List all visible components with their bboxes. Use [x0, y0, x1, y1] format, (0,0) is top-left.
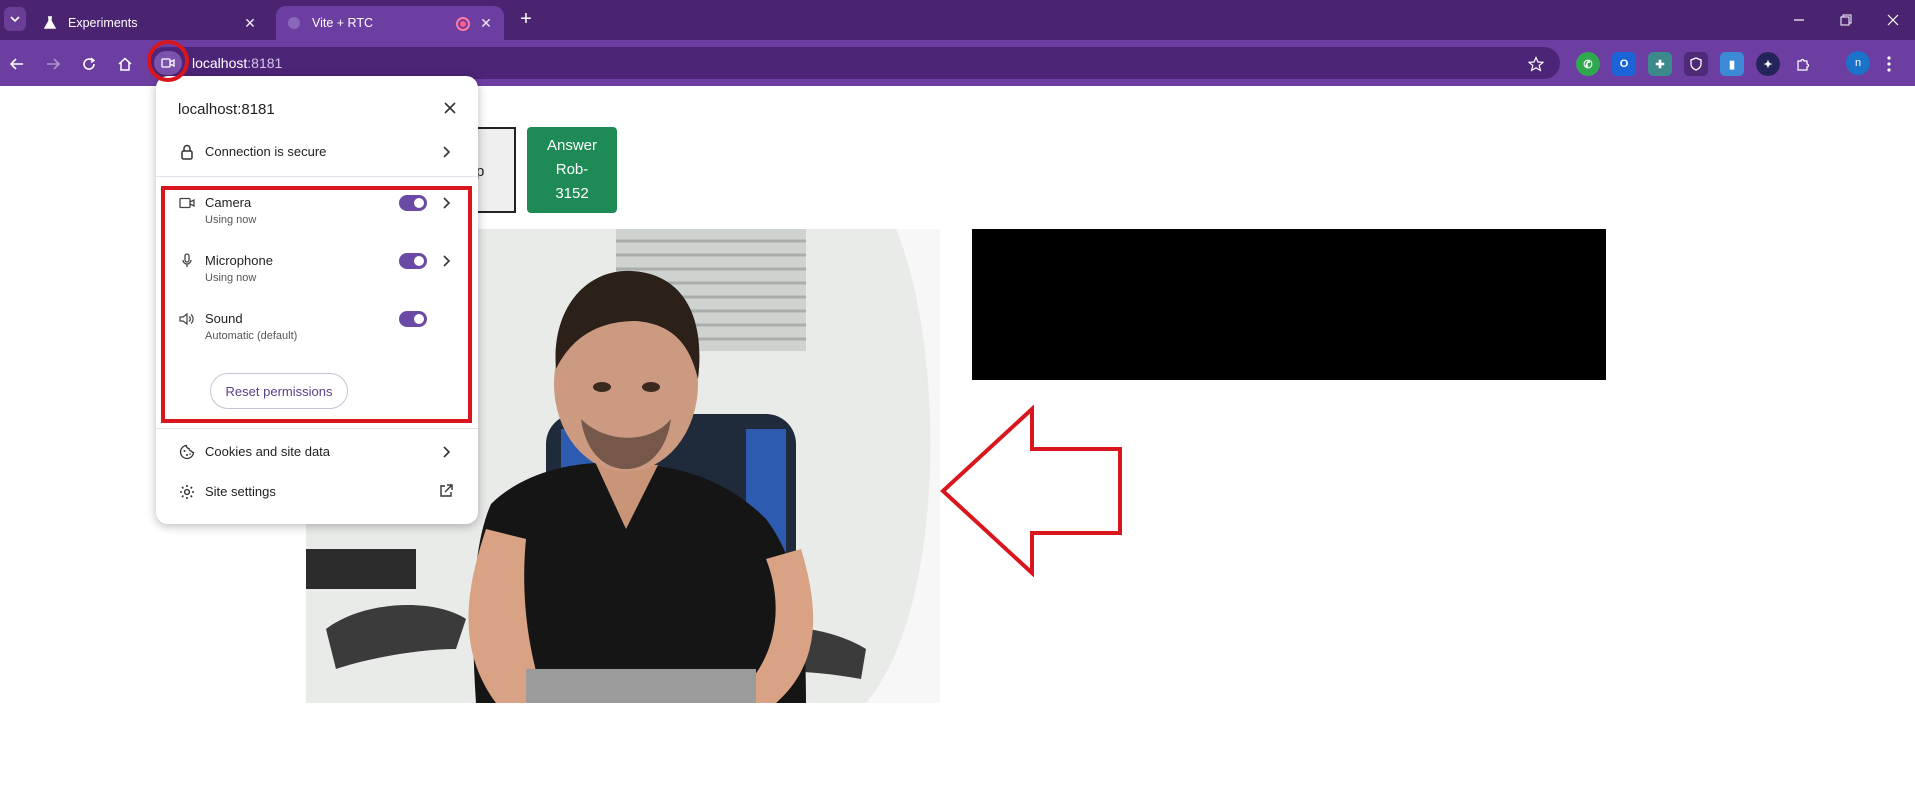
restore-icon — [1840, 14, 1852, 26]
connection-row[interactable]: Connection is secure — [156, 136, 478, 168]
external-link-icon — [439, 484, 453, 498]
url-port: :8181 — [247, 55, 283, 71]
home-icon — [118, 57, 132, 71]
answer-label-line-1: Answer — [546, 137, 598, 154]
tab-title: Vite + RTC — [312, 16, 374, 30]
document-extension-icon[interactable]: ▮ — [1720, 52, 1744, 76]
shield-icon — [1690, 57, 1702, 71]
answer-label-line-3: 3152 — [555, 185, 589, 202]
chevron-right-icon — [439, 445, 453, 459]
close-icon — [1887, 14, 1899, 26]
forward-button[interactable] — [39, 50, 67, 78]
close-icon[interactable]: ✕ — [242, 15, 258, 31]
popup-close-button[interactable] — [440, 98, 460, 118]
shield-extension-icon[interactable] — [1684, 52, 1708, 76]
tab-experiments[interactable]: Experiments ✕ — [32, 6, 268, 40]
arrow-left-icon — [10, 58, 23, 70]
connection-label: Connection is secure — [205, 144, 327, 159]
new-tab-button[interactable]: + — [515, 9, 537, 31]
address-bar[interactable] — [148, 47, 1560, 79]
restore-button[interactable] — [1831, 8, 1861, 32]
url-text[interactable]: localhost:8181 — [192, 55, 282, 71]
url-host: localhost — [192, 55, 248, 71]
lock-icon — [178, 143, 196, 161]
recording-icon — [456, 17, 470, 31]
chevron-right-icon — [439, 145, 453, 159]
reload-button[interactable] — [75, 50, 103, 78]
remote-video — [972, 229, 1606, 380]
star-icon — [1528, 56, 1544, 72]
tab-title: Experiments — [68, 16, 138, 30]
annotation-highlight-circle — [147, 40, 189, 82]
site-settings-row[interactable]: Site settings — [156, 476, 478, 508]
annotation-highlight-box — [161, 186, 472, 423]
menu-button[interactable] — [1875, 50, 1903, 78]
popup-title: localhost:8181 — [178, 101, 275, 118]
globe-icon — [286, 15, 302, 31]
divider — [156, 428, 478, 429]
minimize-icon — [1794, 19, 1804, 21]
compass-extension-icon[interactable]: ✦ — [1756, 52, 1780, 76]
cookies-label: Cookies and site data — [205, 444, 331, 459]
whatsapp-extension-icon[interactable]: ✆ — [1576, 52, 1600, 76]
divider — [156, 176, 478, 177]
close-icon[interactable]: ✕ — [478, 15, 494, 31]
puzzle-icon — [1797, 58, 1810, 71]
gear-icon — [178, 483, 196, 501]
annotation-arrow-icon — [940, 405, 1122, 577]
profile-avatar[interactable]: n — [1846, 51, 1870, 75]
home-button[interactable] — [111, 50, 139, 78]
outlook-extension-icon[interactable]: O — [1612, 52, 1636, 76]
bookmark-button[interactable] — [1522, 50, 1550, 78]
arrow-right-icon — [47, 58, 60, 70]
puzzle-extension-icon[interactable]: ✚ — [1648, 52, 1672, 76]
more-vertical-icon — [1887, 56, 1891, 72]
cookie-icon — [178, 443, 196, 461]
site-settings-label: Site settings — [205, 484, 276, 499]
chevron-down-icon — [10, 16, 20, 23]
close-icon — [444, 102, 456, 114]
flask-icon — [42, 15, 58, 31]
tab-search-button[interactable] — [4, 7, 26, 31]
back-button[interactable] — [3, 50, 31, 78]
answer-button[interactable]: Answer Rob- 3152 — [527, 127, 617, 213]
window-close-button[interactable] — [1878, 8, 1908, 32]
cookies-row[interactable]: Cookies and site data — [156, 436, 478, 468]
answer-label-line-2: Rob- — [555, 161, 589, 178]
minimize-button[interactable] — [1784, 8, 1814, 32]
extensions-button[interactable] — [1792, 52, 1816, 76]
tab-vite-rtc[interactable]: Vite + RTC ✕ — [276, 6, 504, 40]
reload-icon — [83, 57, 96, 70]
